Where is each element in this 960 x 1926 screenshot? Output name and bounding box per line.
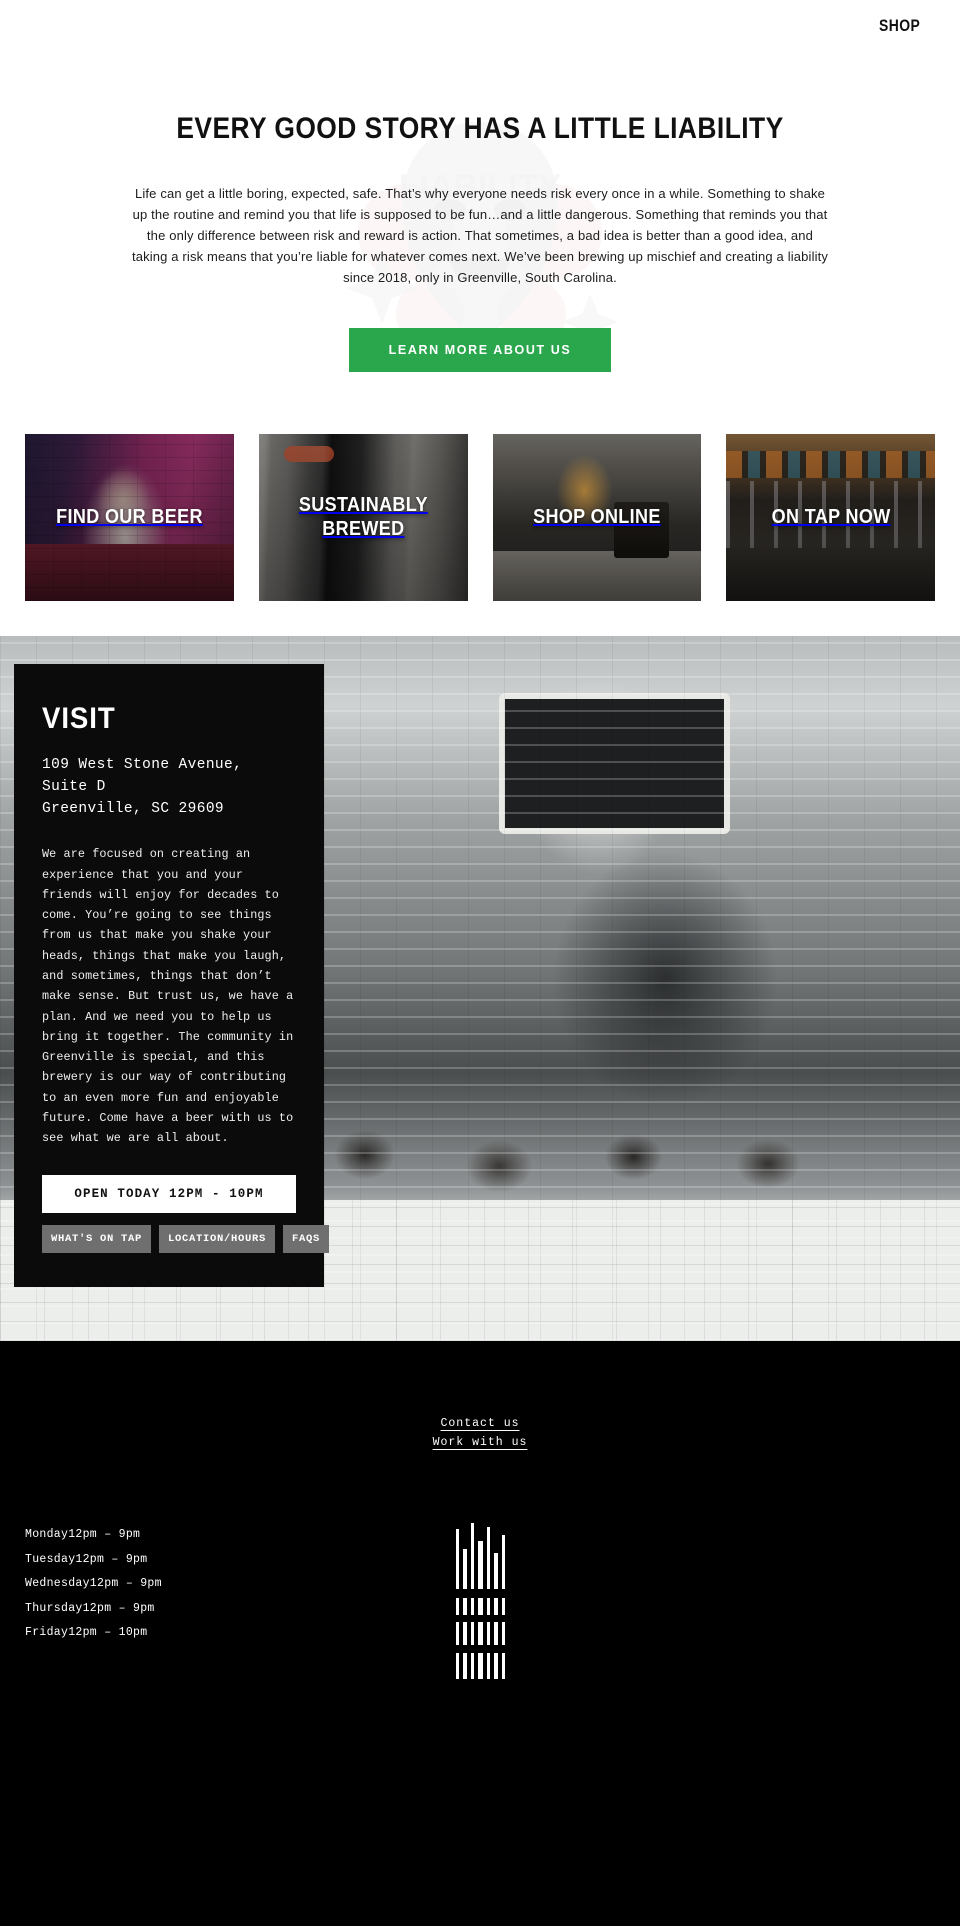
hero-paragraph: Life can get a little boring, expected, … bbox=[131, 186, 829, 286]
hours-row: Tuesday12pm – 9pm bbox=[25, 1552, 148, 1566]
footer-main: Monday12pm – 9pm Tuesday12pm – 9pm Wedne… bbox=[0, 1523, 960, 1680]
visit-address: 109 West Stone Avenue, Suite D Greenvill… bbox=[42, 754, 296, 820]
visit-info-card: VISIT 109 West Stone Avenue, Suite D Gre… bbox=[14, 664, 330, 1287]
whats-on-tap-button[interactable]: WHAT'S ON TAP bbox=[42, 1224, 152, 1253]
nav-shop-link[interactable]: SHOP bbox=[879, 16, 920, 36]
visit-link-group: WHAT'S ON TAP LOCATION/HOURS FAQS bbox=[42, 1224, 330, 1253]
visit-address-line-1: 109 West Stone Avenue, Suite D bbox=[42, 757, 243, 796]
hours-row: Thursday12pm – 9pm bbox=[25, 1601, 155, 1615]
learn-more-button[interactable]: LEARN MORE ABOUT US bbox=[348, 328, 612, 373]
card-on-tap-now[interactable]: ON TAP NOW bbox=[726, 434, 935, 602]
card-label: SHOP ONLINE bbox=[533, 505, 661, 528]
mural-boombox bbox=[499, 692, 730, 834]
footer-hours-list: Monday12pm – 9pm Tuesday12pm – 9pm Wedne… bbox=[25, 1529, 325, 1652]
footer-logo-icon bbox=[450, 1519, 510, 1689]
visit-description: We are focused on creating an experience… bbox=[42, 847, 294, 1146]
open-today-button[interactable]: OPEN TODAY 12PM - 10PM bbox=[42, 1174, 296, 1213]
footer-contact-us-link[interactable]: Contact us bbox=[440, 1417, 519, 1430]
card-shop-online[interactable]: SHOP ONLINE bbox=[492, 434, 702, 602]
visit-title: VISIT bbox=[42, 702, 116, 736]
footer-work-with-us-link[interactable]: Work with us bbox=[433, 1436, 528, 1449]
hours-row: Friday12pm – 10pm bbox=[25, 1626, 148, 1640]
page-root: SHOP LIABILITY EVERY GOOD STORY HAS A LI… bbox=[0, 0, 960, 1926]
hero-cta-wrapper: LEARN MORE ABOUT US bbox=[0, 328, 960, 373]
card-label: FIND OUR BEER bbox=[56, 505, 203, 528]
footer-link-group: Contact us Work with us bbox=[0, 1417, 960, 1449]
card-label: SUSTAINABLY BREWED bbox=[298, 494, 428, 540]
faqs-button[interactable]: FAQS bbox=[283, 1224, 330, 1253]
hero-title: EVERY GOOD STORY HAS A LITTLE LIABILITY bbox=[176, 112, 784, 145]
site-footer: Contact us Work with us Monday12pm – 9pm… bbox=[0, 1341, 960, 1926]
hours-row: Monday12pm – 9pm bbox=[25, 1528, 141, 1542]
card-label: ON TAP NOW bbox=[771, 505, 891, 528]
card-sustainably-brewed[interactable]: SUSTAINABLY BREWED bbox=[258, 434, 468, 602]
hero-section: LIABILITY EVERY GOOD STORY HAS A LITTLE … bbox=[0, 52, 960, 435]
visit-section: VISIT 109 West Stone Avenue, Suite D Gre… bbox=[0, 636, 960, 1342]
feature-card-grid: FIND OUR BEER SUSTAINABLY BREWED SHOP ON… bbox=[0, 434, 960, 637]
site-header: SHOP bbox=[0, 0, 960, 52]
hours-row: Wednesday12pm – 9pm bbox=[25, 1577, 162, 1591]
location-hours-button[interactable]: LOCATION/HOURS bbox=[159, 1224, 276, 1253]
mural-figure bbox=[422, 664, 864, 1173]
visit-address-line-2: Greenville, SC 29609 bbox=[42, 801, 225, 818]
card-find-our-beer[interactable]: FIND OUR BEER bbox=[25, 434, 234, 602]
